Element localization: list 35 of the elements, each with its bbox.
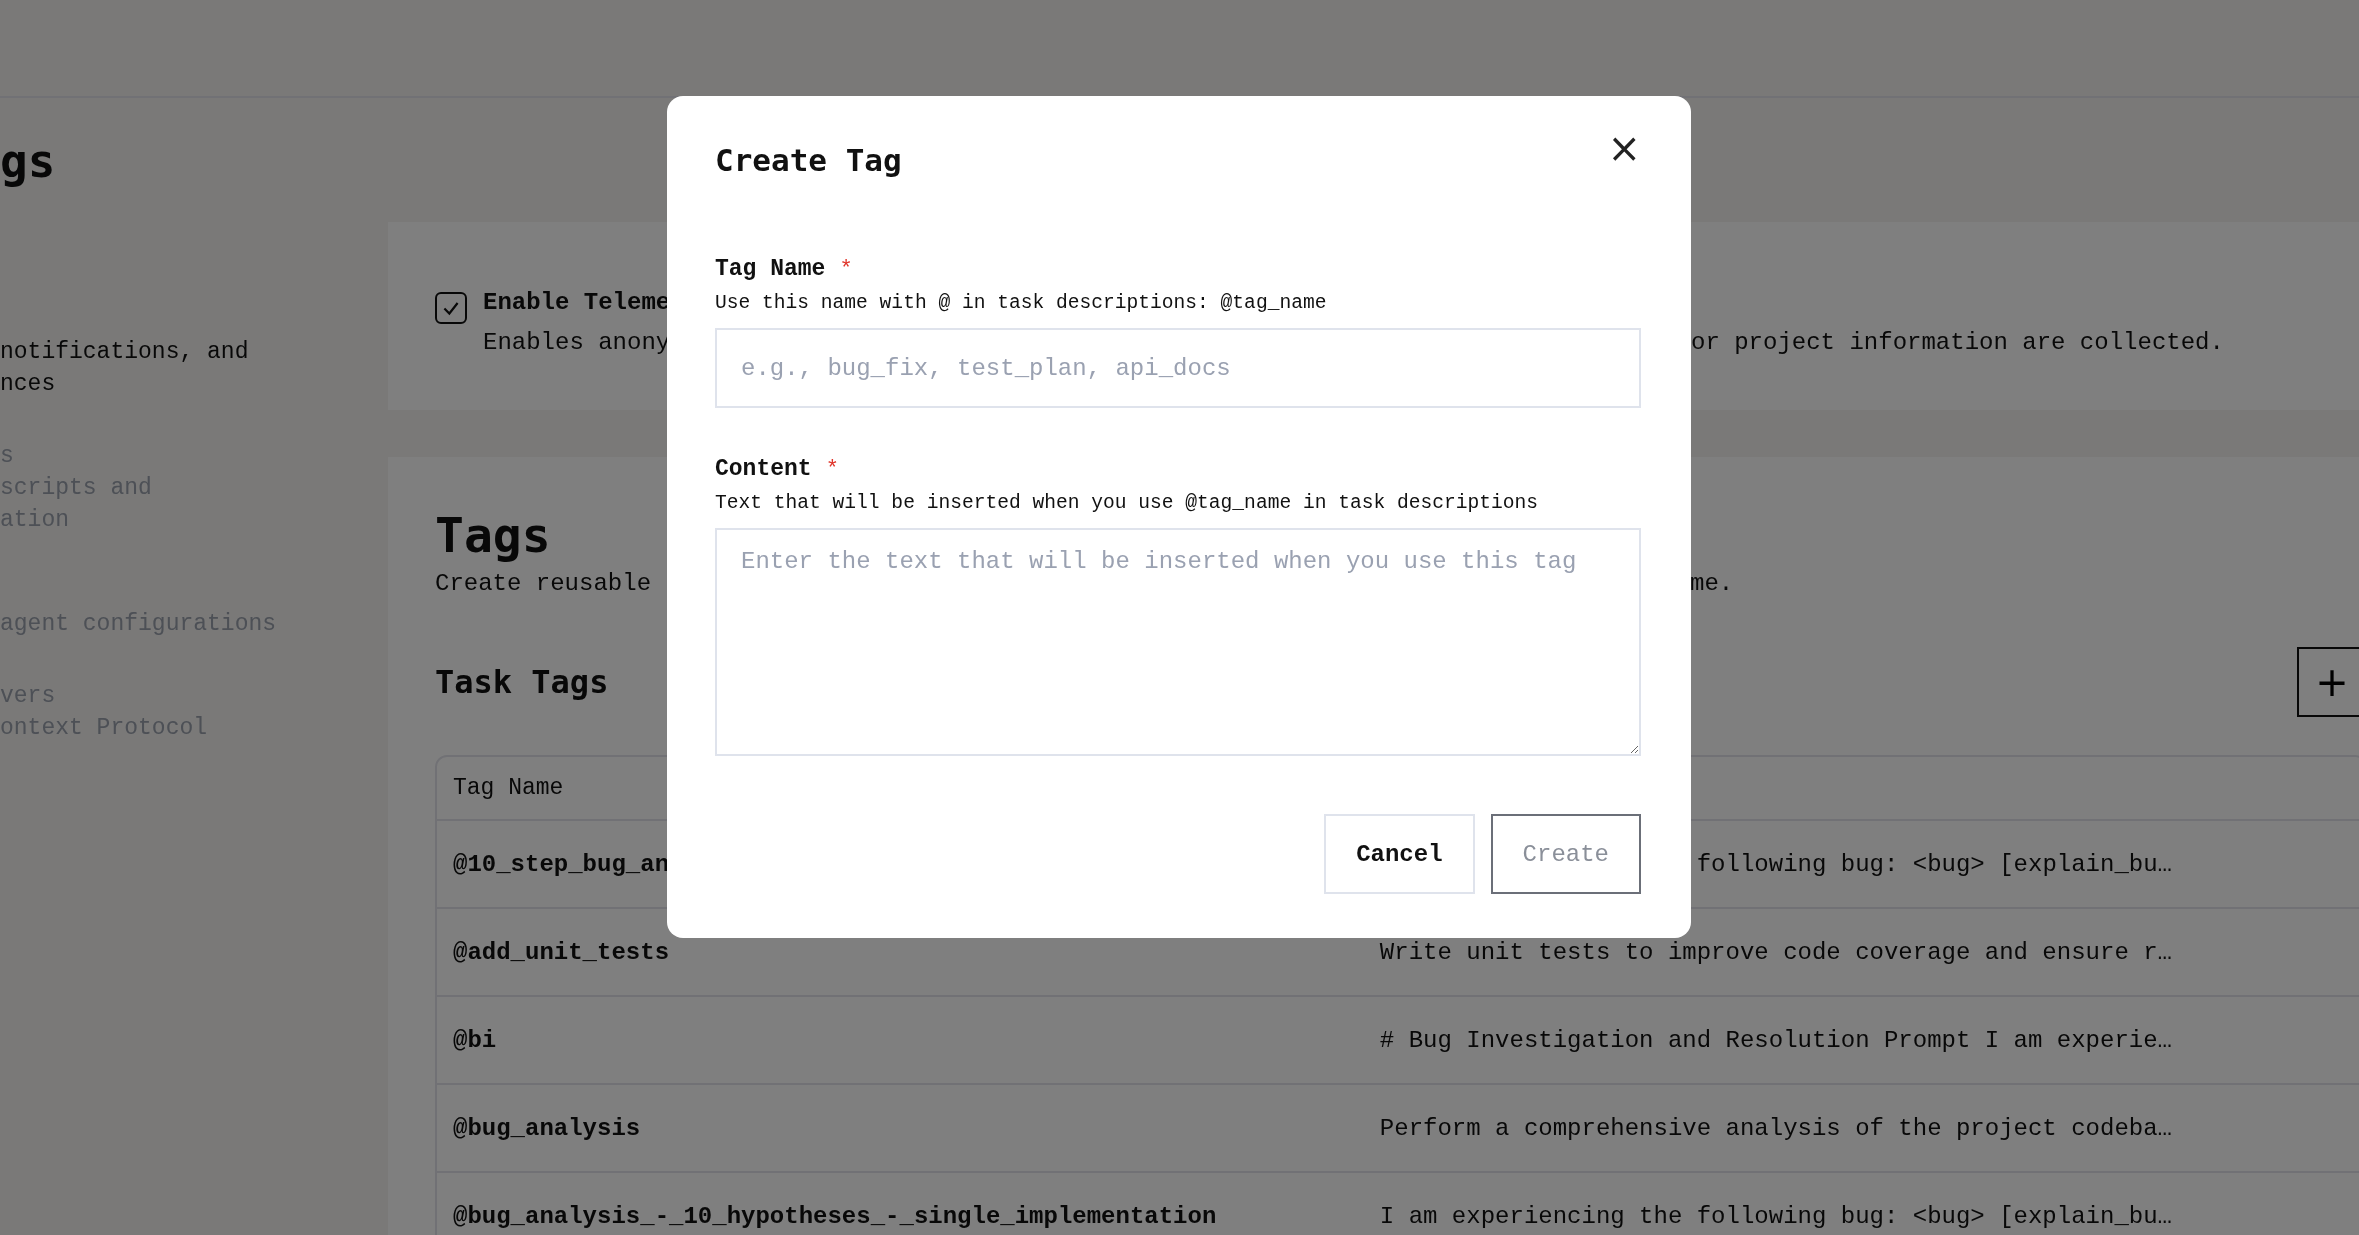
sidebar-item-description: nces [0,371,56,397]
checkbox[interactable] [435,292,467,324]
field-help: Text that will be inserted when you use @tag_name in task descriptions [715,492,1540,514]
checkbox-description: Enables anony [483,328,671,358]
table-cell: @add_unit_tests [453,938,670,966]
table-cell: I am experiencing the following bug: <bug> [explain_bu… [1379,1202,2172,1230]
table-cell: # Bug Investigation and Resolution Prompt I am experie… [1379,1026,2172,1054]
section-description: Create reusable [435,569,653,599]
dialog-title: Create Tag [715,142,902,178]
table-cell: @10_step_bug_an [453,850,670,878]
tag-name-field[interactable]: e.g., bug_fix, test_plan, api_docs [715,328,1641,408]
page-title: gs [0,133,56,189]
add-button[interactable]: + [2297,647,2359,717]
required-marker: * [839,257,853,282]
subsection-title: Task Tags [435,663,609,701]
field-label: Content [715,456,812,482]
sidebar-item-description: notifications, and [0,339,249,365]
table-cell: @bi [453,1026,497,1054]
table-cell: Perform a comprehensive analysis of the project codeba… [1379,1114,2172,1142]
table-cell: Write unit tests to improve code coverage and ensure r… [1379,938,2172,966]
cancel-button[interactable]: Cancel [1324,814,1475,894]
checkbox-label: Enable Teleme [483,288,671,318]
required-marker: * [825,457,839,482]
column-header: Tag Name [452,775,565,801]
check-icon [443,302,459,316]
section-description: me. [1690,569,1734,599]
field-label: Tag Name [715,256,826,282]
content-field[interactable]: Enter the text that will be inserted when you use this tag [715,528,1641,756]
table-cell: following bug: <bug> [explain_bu… [1696,850,2172,878]
checkbox-description: or project information are collected. [1691,328,2224,358]
table-cell: @bug_analysis [453,1114,641,1142]
table-cell: @bug_analysis_-_10_hypotheses_-_single_implementation [453,1202,1217,1230]
field-help: Use this name with @ in task descriptions: @tag_name [715,292,1328,314]
section-title: Tags [435,507,551,563]
close-button[interactable]: × [1607,128,1641,168]
